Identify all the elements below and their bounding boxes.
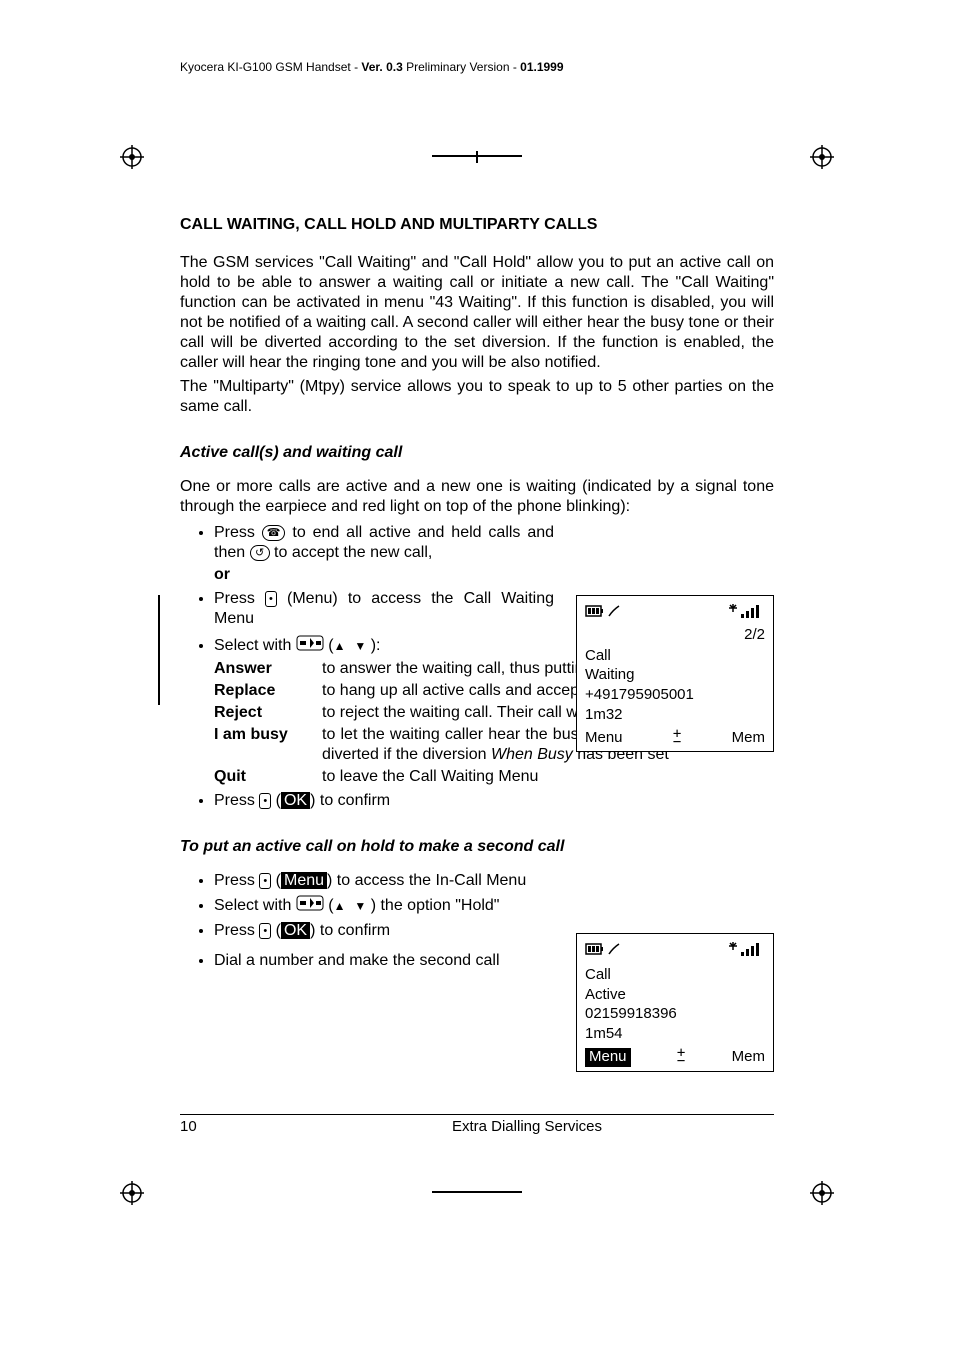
text: Press xyxy=(214,922,259,939)
softkey-left: Menu xyxy=(585,1048,631,1067)
ok-label: OK xyxy=(281,922,310,939)
header-product: Kyocera KI-G100 GSM Handset - xyxy=(180,60,361,74)
header-date: 01.1999 xyxy=(520,60,563,74)
text: Select with xyxy=(214,897,296,914)
softkey-icon: • xyxy=(259,923,271,939)
list-item: Press • (OK) to confirm xyxy=(214,791,774,811)
down-arrow-icon: ▼ xyxy=(354,639,366,653)
header-version: Ver. 0.3 xyxy=(361,60,402,74)
nav-key-icon xyxy=(296,635,324,657)
text: ): xyxy=(366,637,380,654)
signal-icon xyxy=(727,607,765,624)
text: Select with xyxy=(214,637,296,654)
term: Replace xyxy=(214,681,304,701)
down-arrow-icon: ▼ xyxy=(354,899,366,913)
phone-screen-waiting: 2/2 Call Waiting +491795905001 1m32 Menu… xyxy=(576,595,774,752)
screen-line: 1m32 xyxy=(585,706,765,725)
page: Kyocera KI-G100 GSM Handset - Ver. 0.3 P… xyxy=(0,0,954,1351)
crop-marks-bottom xyxy=(180,1161,774,1221)
registration-mark-icon xyxy=(120,145,144,169)
page-number: 10 xyxy=(180,1118,280,1137)
softkey-right: Mem xyxy=(732,729,765,748)
screen-line: Waiting xyxy=(585,666,765,685)
list-item: Dial a number and make the second call xyxy=(214,951,554,971)
text: to accept the new call, xyxy=(274,544,432,561)
list-item: Press • (Menu) to access the Call Waitin… xyxy=(214,589,554,629)
or-label: or xyxy=(214,565,554,585)
footer: 10 Extra Dialling Services xyxy=(180,1118,774,1137)
call-counter: 2/2 xyxy=(744,626,765,643)
subheading: Active call(s) and waiting call xyxy=(180,443,774,463)
term: Reject xyxy=(214,703,304,723)
nav-key-icon xyxy=(296,895,324,917)
offhook-key-icon: ↺ xyxy=(250,545,270,561)
ok-label: OK xyxy=(281,792,310,809)
running-header: Kyocera KI-G100 GSM Handset - Ver. 0.3 P… xyxy=(180,60,774,75)
screen-line: 02159918396 xyxy=(585,1005,765,1024)
signal-icon xyxy=(727,940,765,964)
screen-line: +491795905001 xyxy=(585,686,765,705)
screen-line: Call xyxy=(585,966,765,985)
footer-rule xyxy=(180,1114,774,1115)
registration-mark-icon xyxy=(120,1181,144,1205)
text: Dial a number and make the second call xyxy=(214,952,500,969)
term: Answer xyxy=(214,659,304,679)
emphasis: When Busy xyxy=(491,746,573,763)
battery-icon xyxy=(585,602,623,626)
up-arrow-icon: ▲ xyxy=(334,899,346,913)
registration-mark-icon xyxy=(810,1181,834,1205)
body-paragraph: One or more calls are active and a new o… xyxy=(180,477,774,517)
plus-minus-icon: +− xyxy=(673,730,681,746)
list-item: Press • (Menu) to access the In-Call Men… xyxy=(214,871,554,891)
onhook-key-icon: ☎ xyxy=(262,525,286,541)
up-arrow-icon: ▲ xyxy=(334,639,346,653)
registration-mark-icon xyxy=(810,145,834,169)
list-item: Select with (▲ ▼ ) the option "Hold" xyxy=(214,895,554,917)
plus-minus-icon: +− xyxy=(677,1049,685,1065)
softkey-icon: • xyxy=(265,591,277,607)
header-tail: Preliminary Version - xyxy=(403,60,520,74)
text: ) to access the In-Call Menu xyxy=(327,872,526,889)
screen-line: 1m54 xyxy=(585,1025,765,1044)
text: ) to confirm xyxy=(310,792,390,809)
softkey-icon: • xyxy=(259,873,271,889)
screen-line: Active xyxy=(585,986,765,1005)
subheading: To put an active call on hold to make a … xyxy=(180,837,774,857)
list-item: Press • (OK) to confirm xyxy=(214,921,554,941)
center-tick-icon xyxy=(432,155,522,157)
text: Press xyxy=(214,590,265,607)
center-bar-icon xyxy=(432,1191,522,1193)
text: ) to confirm xyxy=(310,922,390,939)
battery-icon xyxy=(585,940,623,964)
crop-marks-top xyxy=(180,115,774,195)
text: Press xyxy=(214,872,259,889)
body-paragraph: The GSM services "Call Waiting" and "Cal… xyxy=(180,253,774,373)
softkey-icon: • xyxy=(259,793,271,809)
softkey-right: Mem xyxy=(732,1048,765,1067)
term: I am busy xyxy=(214,725,304,765)
screen-line: Call xyxy=(585,647,765,666)
phone-screen-active: Call Active 02159918396 1m54 Menu +− Mem xyxy=(576,933,774,1072)
text: Press xyxy=(214,524,262,541)
menu-label: Menu xyxy=(281,872,327,889)
section-heading: CALL WAITING, CALL HOLD AND MULTIPARTY C… xyxy=(180,215,774,235)
term: Quit xyxy=(214,767,304,787)
text: ) the option "Hold" xyxy=(366,897,499,914)
change-bar-icon xyxy=(158,595,160,705)
body-paragraph: The "Multiparty" (Mtpy) service allows y… xyxy=(180,377,774,417)
text: Press xyxy=(214,792,259,809)
list-item: Press ☎ to end all active and held calls… xyxy=(214,523,554,585)
footer-title: Extra Dialling Services xyxy=(280,1118,774,1137)
definition: to leave the Call Waiting Menu xyxy=(322,767,774,787)
softkey-left: Menu xyxy=(585,729,623,748)
